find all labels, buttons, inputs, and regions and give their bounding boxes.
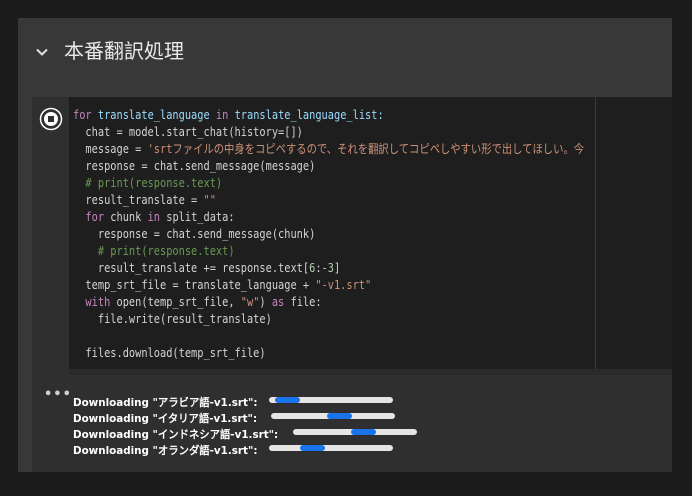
notebook: 本番翻訳処理 for translate_language in transla… — [18, 18, 672, 472]
code-token: translate_language — [97, 108, 216, 122]
code-line: message = 'srtファイルの中身をコピペするので、それを翻訳してコピペ… — [73, 141, 584, 158]
code-token: "-v1.srt" — [315, 278, 372, 292]
download-row: Downloading "イタリア語-v1.srt": — [73, 408, 395, 425]
code-line: with open(temp_srt_file, "w") as file: — [73, 294, 584, 311]
code-token: in — [147, 210, 167, 224]
download-row: Downloading "アラビア語-v1.srt": — [73, 392, 393, 409]
code-token: file: — [290, 295, 322, 309]
output-gutter: ••• — [32, 387, 72, 417]
code-token: chunk — [110, 210, 148, 224]
code-token: temp_srt_file = translate_language + — [73, 278, 316, 292]
download-progress-bar — [293, 429, 417, 435]
download-progress-bar — [271, 413, 395, 419]
code-token: # print(response.text) — [73, 244, 235, 258]
code-token: chat = model.start_chat(history=[]) — [73, 125, 303, 139]
code-token: for — [73, 108, 98, 122]
download-progress-fill — [351, 429, 376, 435]
section-title: 本番翻訳処理 — [64, 39, 184, 63]
code-token: "" — [203, 193, 216, 207]
cell-output: Downloading "アラビア語-v1.srt": Downloading "… — [73, 392, 417, 457]
download-progress-fill — [275, 397, 300, 403]
code-token: translate_language_list: — [234, 108, 384, 122]
code-line: result_translate += response.text[6:-3] — [73, 260, 584, 277]
download-progress-bar — [269, 397, 393, 403]
more-horiz-icon[interactable]: ••• — [44, 387, 72, 402]
code-line: file.write(result_translate) — [73, 311, 584, 328]
code-token: ] — [333, 261, 341, 275]
chevron-down-icon[interactable] — [34, 44, 50, 60]
code-token: files.download(temp_srt_file) — [73, 346, 266, 360]
code-token: in — [215, 108, 235, 122]
download-progress-fill — [300, 445, 325, 451]
line-ruler — [595, 97, 596, 369]
code-editor[interactable]: for translate_language in translate_lang… — [69, 97, 672, 369]
code-token: "w" — [240, 295, 260, 309]
section-header[interactable]: 本番翻訳処理 — [18, 18, 672, 88]
download-label: Downloading "オランダ語-v1.srt": — [73, 443, 258, 457]
code-token: # print(response.text) — [73, 176, 223, 190]
code-token: message = — [73, 142, 148, 156]
code-text[interactable]: for translate_language in translate_lang… — [73, 107, 584, 362]
code-token: split_data: — [166, 210, 235, 224]
code-line: temp_srt_file = translate_language + "-v… — [73, 277, 584, 294]
code-line: # print(response.text) — [73, 175, 584, 192]
code-line: result_translate = "" — [73, 192, 584, 209]
code-token: result_translate += response.text[ — [73, 261, 310, 275]
download-progress-fill — [327, 413, 352, 419]
code-token: for — [85, 210, 111, 224]
download-row: Downloading "インドネシア語-v1.srt": — [73, 424, 417, 441]
code-token: as — [271, 295, 291, 309]
code-cell[interactable]: for translate_language in translate_lang… — [32, 97, 672, 472]
editor-scrollbar[interactable] — [69, 369, 672, 375]
code-line: for chunk in split_data: — [73, 209, 584, 226]
download-row: Downloading "オランダ語-v1.srt": — [73, 440, 393, 457]
code-token: open(temp_srt_file, — [116, 295, 241, 309]
code-line: response = chat.send_message(message) — [73, 158, 584, 175]
stop-run-icon[interactable] — [39, 107, 63, 131]
code-line: # print(response.text) — [73, 243, 584, 260]
code-token: -3 — [321, 261, 334, 275]
code-token: ) — [259, 295, 272, 309]
code-token: file.write(result_translate) — [73, 312, 272, 326]
code-line: chat = model.start_chat(history=[]) — [73, 124, 584, 141]
code-token: with — [85, 295, 117, 309]
code-line: response = chat.send_message(chunk) — [73, 226, 584, 243]
code-line: for translate_language in translate_lang… — [73, 107, 584, 124]
download-progress-bar — [269, 445, 393, 451]
code-token: response = chat.send_message(chunk) — [73, 227, 316, 241]
code-token: 'srtファイルの中身をコピペするので、それを翻訳してコピペしやすい形で出してほ… — [147, 142, 585, 156]
code-token: response = chat.send_message(message) — [73, 159, 316, 173]
code-line: files.download(temp_srt_file) — [73, 345, 584, 362]
code-token: result_translate = — [73, 193, 204, 207]
